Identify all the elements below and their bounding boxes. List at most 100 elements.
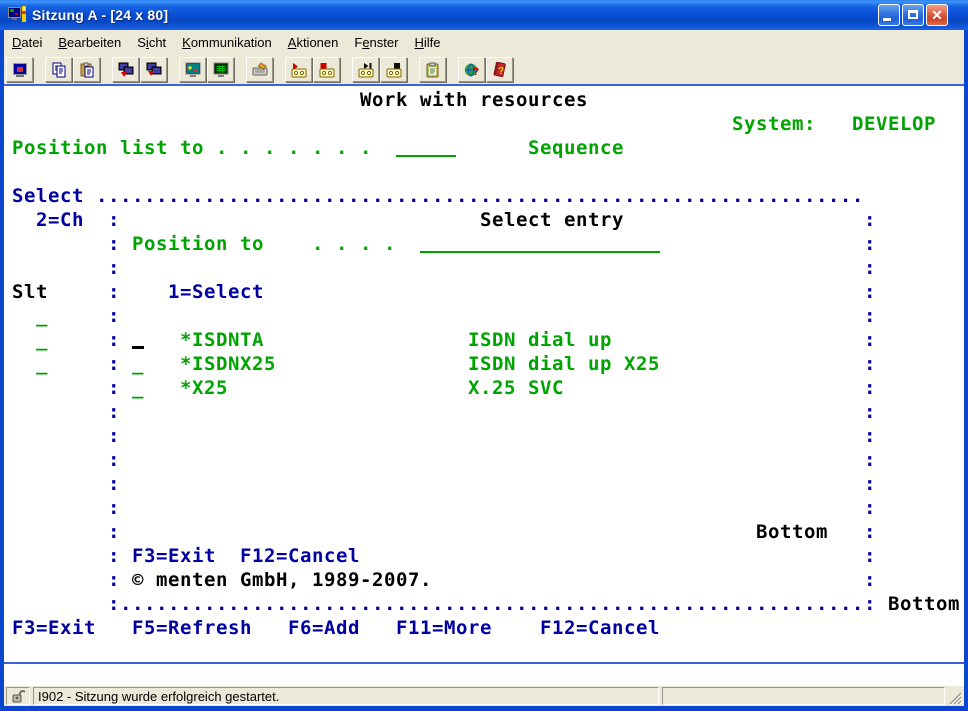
maximize-icon <box>908 10 918 19</box>
macro-stop-icon <box>386 62 402 78</box>
terminal-text: : <box>864 209 876 231</box>
terminal-text: _ <box>132 353 144 375</box>
session-window: Sitzung A - [24 x 80] ✕ DateiBearbeitenS… <box>0 0 968 711</box>
terminal-text: DEVELOP <box>852 113 936 135</box>
macro-play-icon <box>358 62 374 78</box>
terminal-text: : <box>864 449 876 471</box>
terminal-text: 1=Select <box>168 281 264 303</box>
terminal-text: : <box>108 329 120 351</box>
terminal-text: ........................................… <box>120 593 864 615</box>
menu-item-kommunikation[interactable]: Kommunikation <box>174 32 280 53</box>
terminal-text: Position list to . . . . . . . <box>12 137 372 159</box>
resize-grip[interactable] <box>948 687 962 705</box>
terminal-text: *X25 <box>180 377 228 399</box>
terminal-text: : <box>108 569 120 591</box>
menu-item-sicht[interactable]: Sicht <box>129 32 174 53</box>
terminal-text: : <box>108 473 120 495</box>
macro-record-stop-button[interactable] <box>313 57 340 82</box>
status-icon-pane <box>6 687 30 705</box>
svg-text:?: ? <box>498 66 504 77</box>
terminal-text: Bottom <box>756 521 828 543</box>
terminal-text: : <box>108 209 120 231</box>
macro-play-button[interactable] <box>352 57 379 82</box>
terminal-text: X.25 SVC <box>468 377 564 399</box>
terminal-text: : <box>864 425 876 447</box>
terminal-text: F3=Exit <box>12 617 96 639</box>
terminal-text: : <box>108 497 120 519</box>
terminal-text: ISDN dial up X25 <box>468 353 660 375</box>
terminal-text: : <box>108 233 120 255</box>
terminal-text: _ <box>132 377 144 399</box>
terminal-text: ISDN dial up <box>468 329 612 351</box>
resize-grip-icon <box>948 691 962 705</box>
terminal-text: F11=More <box>396 617 492 639</box>
terminal-text: : <box>864 377 876 399</box>
terminal-text: : <box>108 425 120 447</box>
menu-item-datei[interactable]: Datei <box>4 32 50 53</box>
menu-item-fenster[interactable]: Fenster <box>346 32 406 53</box>
copy-icon <box>51 62 67 78</box>
terminal-text: © menten GmbH, 1989-2007. <box>132 569 432 591</box>
clipboard-button[interactable] <box>419 57 446 82</box>
paste-button[interactable] <box>73 57 100 82</box>
terminal-text: _ <box>36 305 48 327</box>
web-help-button[interactable]: ? <box>458 57 485 82</box>
terminal-screen[interactable]: Work with resourcesSystem:DEVELOPPositio… <box>4 84 964 664</box>
receive-screen-button[interactable] <box>140 57 167 82</box>
terminal-text: F12=Cancel <box>240 545 360 567</box>
keyboard-map-button[interactable] <box>246 57 273 82</box>
terminal-text: : <box>864 545 876 567</box>
terminal-text: F3=Exit <box>132 545 216 567</box>
terminal-text: : <box>108 401 120 423</box>
macro-record-button[interactable] <box>285 57 312 82</box>
terminal-text: Sequence <box>528 137 624 159</box>
status-extra-pane <box>662 687 945 705</box>
maximize-button[interactable] <box>902 4 924 26</box>
title-bar[interactable]: Sitzung A - [24 x 80] ✕ <box>0 0 968 30</box>
menu-item-hilfe[interactable]: Hilfe <box>406 32 448 53</box>
toolbar: ?? <box>4 55 964 84</box>
terminal-text: : <box>108 353 120 375</box>
display-colors-icon <box>185 62 201 78</box>
send-screen-button[interactable] <box>112 57 139 82</box>
terminal-text: Work with resources <box>360 89 588 111</box>
terminal-text: Slt <box>12 281 48 303</box>
svg-text:?: ? <box>472 66 479 78</box>
terminal-cursor[interactable] <box>132 346 144 349</box>
terminal-text: : <box>864 497 876 519</box>
menu-item-aktionen[interactable]: Aktionen <box>280 32 347 53</box>
terminal-text: : <box>108 305 120 327</box>
web-help-icon: ? <box>464 62 480 78</box>
terminal-text: : <box>108 281 120 303</box>
receive-screen-icon <box>146 62 162 78</box>
session-button[interactable] <box>6 57 33 82</box>
terminal-text: ........................................… <box>96 185 864 207</box>
close-icon: ✕ <box>931 7 943 23</box>
terminal-text: Position to . . . . <box>132 233 396 255</box>
help-button[interactable]: ? <box>486 57 513 82</box>
app-icon <box>8 6 28 24</box>
clipboard-icon <box>425 62 441 78</box>
terminal-input-field[interactable] <box>396 137 456 157</box>
terminal-input-field[interactable] <box>420 233 660 253</box>
client-filler <box>4 664 964 686</box>
minimize-button[interactable] <box>878 4 900 26</box>
macro-stop-button[interactable] <box>380 57 407 82</box>
close-button[interactable]: ✕ <box>926 4 948 26</box>
send-screen-icon <box>118 62 134 78</box>
color-table-button[interactable] <box>207 57 234 82</box>
terminal-text: : <box>864 281 876 303</box>
status-message: I902 - Sitzung wurde erfolgreich gestart… <box>38 689 279 704</box>
terminal-text: : <box>864 569 876 591</box>
terminal-text: Select <box>12 185 84 207</box>
menu-item-bearbeiten[interactable]: Bearbeiten <box>50 32 129 53</box>
terminal-text: : <box>108 257 120 279</box>
window-title: Sitzung A - [24 x 80] <box>32 7 878 23</box>
help-icon: ? <box>492 62 508 78</box>
copy-button[interactable] <box>45 57 72 82</box>
terminal-text: : <box>108 449 120 471</box>
terminal-text: _ <box>36 329 48 351</box>
minimize-icon <box>883 18 891 21</box>
display-colors-button[interactable] <box>179 57 206 82</box>
terminal-text: : <box>108 593 120 615</box>
